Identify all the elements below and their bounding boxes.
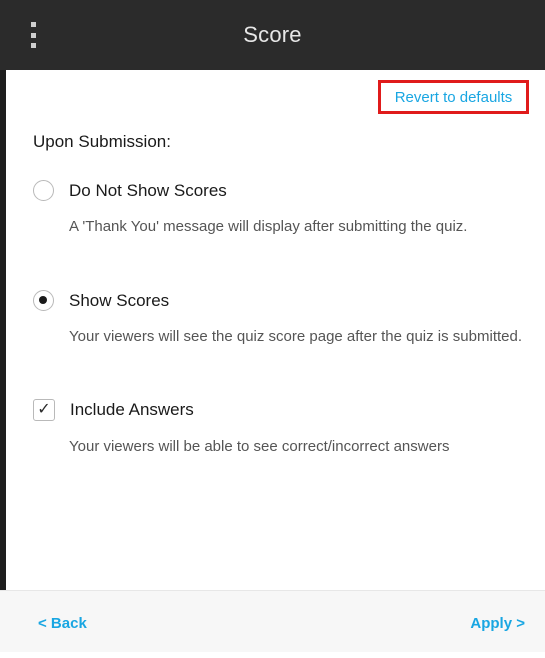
option-label: Include Answers xyxy=(70,400,194,419)
option-label: Show Scores xyxy=(69,290,170,310)
option-do-not-show-scores[interactable]: Do Not Show Scores xyxy=(33,180,227,201)
option-description: A 'Thank You' message will display after… xyxy=(69,218,468,235)
window-left-edge xyxy=(0,0,6,610)
option-description: Your viewers will be able to see correct… xyxy=(69,438,450,455)
back-button[interactable]: < Back xyxy=(38,615,87,632)
option-description: Your viewers will see the quiz score pag… xyxy=(69,328,523,345)
radio-show-scores[interactable] xyxy=(33,290,54,311)
bottom-strip xyxy=(0,652,545,658)
section-title: Upon Submission: xyxy=(33,132,171,151)
option-show-scores[interactable]: Show Scores xyxy=(33,290,169,311)
top-bar: Score xyxy=(0,0,545,70)
option-include-answers[interactable]: ✓ Include Answers xyxy=(33,399,194,421)
page-title: Score xyxy=(243,22,302,47)
revert-highlight-box: Revert to defaults xyxy=(378,80,529,114)
footer-bar: < Back Apply > xyxy=(0,590,545,653)
checkmark-icon: ✓ xyxy=(37,401,51,418)
apply-button[interactable]: Apply > xyxy=(470,615,525,632)
revert-to-defaults-link[interactable]: Revert to defaults xyxy=(395,89,513,106)
option-label: Do Not Show Scores xyxy=(69,180,227,200)
radio-do-not-show-scores[interactable] xyxy=(33,180,54,201)
checkbox-include-answers[interactable]: ✓ xyxy=(33,399,55,421)
